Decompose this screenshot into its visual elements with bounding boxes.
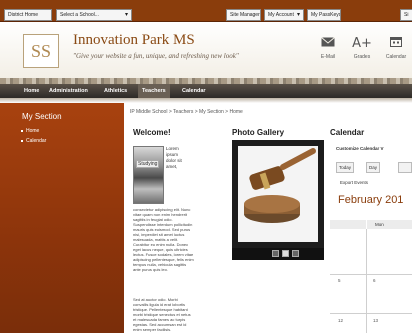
school-logo[interactable]: SS xyxy=(23,34,59,68)
my-account-menu[interactable]: My Account xyxy=(264,9,304,21)
mail-icon xyxy=(312,36,344,52)
day-view-button[interactable]: Day xyxy=(366,162,381,173)
calendar-day[interactable]: 12 xyxy=(338,318,343,323)
export-events-link[interactable]: Export Events xyxy=(340,180,368,185)
calendar-grid-line xyxy=(330,313,412,314)
gallery-next-icon[interactable] xyxy=(292,250,299,257)
calendar-day[interactable]: 5 xyxy=(338,278,341,283)
photo-gallery[interactable] xyxy=(232,140,324,260)
page: District Home Select a School... Site Ma… xyxy=(0,0,412,333)
tagline: "Give your website a fun, unique, and re… xyxy=(73,52,239,60)
week-view-button[interactable] xyxy=(398,162,412,173)
calendar-col-mon: Mon xyxy=(367,220,412,229)
nav-athletics[interactable]: Athletics xyxy=(100,84,131,98)
calendar-day[interactable]: 6 xyxy=(373,278,376,283)
calendar-grid-line xyxy=(366,229,367,333)
calendar-icon-graphic xyxy=(390,37,402,47)
district-home-button[interactable]: District Home xyxy=(4,9,52,21)
calendar-link[interactable]: Calendar xyxy=(380,36,412,60)
welcome-paragraph-1: consectetur adipiscing elit. Nunc vitae … xyxy=(133,207,194,272)
gavel-photo xyxy=(232,140,324,248)
nav-calendar[interactable]: Calendar xyxy=(178,84,210,98)
today-button[interactable]: Today xyxy=(336,162,355,173)
school-select[interactable]: Select a School... xyxy=(56,9,132,21)
site-manager-button[interactable]: Site Manager xyxy=(226,9,261,21)
section-sidebar: My Section Home Calendar xyxy=(0,103,124,333)
nav-home[interactable]: Home xyxy=(20,84,43,98)
calendar-day[interactable]: 13 xyxy=(373,318,378,323)
calendar-col-sun xyxy=(330,220,366,229)
photo-caption: Studying xyxy=(136,160,160,168)
utility-bar: District Home Select a School... Site Ma… xyxy=(0,0,412,22)
nav-teachers[interactable]: Teachers xyxy=(138,84,170,98)
gallery-prev-icon[interactable] xyxy=(272,250,279,257)
calendar-month-label: February 201 xyxy=(338,194,404,206)
calendar-grid-line xyxy=(330,274,412,275)
studying-photo[interactable]: Studying xyxy=(133,146,164,204)
mail-icon-graphic xyxy=(321,37,335,47)
grades-link[interactable]: A+ Grades xyxy=(346,36,378,60)
sidebar-item-calendar[interactable]: Calendar xyxy=(20,138,46,144)
gallery-thumb[interactable] xyxy=(282,250,289,257)
breadcrumb[interactable]: IP Middle School > Teachers > My Section… xyxy=(130,109,243,115)
sign-in-button[interactable]: Si xyxy=(400,9,412,21)
welcome-intro-text: Lorem ipsum dolor sit amet, xyxy=(166,146,182,169)
school-name[interactable]: Innovation Park MS xyxy=(73,32,195,49)
sidebar-title: My Section xyxy=(22,112,62,121)
gallery-title: Photo Gallery xyxy=(232,128,285,137)
welcome-paragraph-2: Sed at auctor odio. Morbi convallis ligu… xyxy=(133,297,191,332)
customize-calendar-link[interactable]: Customize Calendar V xyxy=(336,146,384,151)
site-header: SS Innovation Park MS "Give your website… xyxy=(0,22,412,78)
nav-administration[interactable]: Administration xyxy=(45,84,92,98)
email-link[interactable]: E-Mail xyxy=(312,36,344,60)
today-label: Today xyxy=(339,165,352,170)
main-navigation: Home Administration Athletics Teachers C… xyxy=(0,84,412,98)
calendar-col-mon-label: Mon xyxy=(375,222,384,227)
day-label: Day xyxy=(369,165,378,170)
calendar-label: Calendar xyxy=(385,54,407,60)
welcome-title: Welcome! xyxy=(133,128,171,137)
sidebar-item-home[interactable]: Home xyxy=(20,128,39,134)
my-passkeys-button[interactable]: My PassKeys xyxy=(307,9,341,21)
calendar-title: Calendar xyxy=(330,128,365,137)
calendar-icon xyxy=(380,36,412,52)
grades-icon: A+ xyxy=(352,36,372,51)
email-label: E-Mail xyxy=(320,54,336,60)
grades-label: Grades xyxy=(353,54,371,60)
